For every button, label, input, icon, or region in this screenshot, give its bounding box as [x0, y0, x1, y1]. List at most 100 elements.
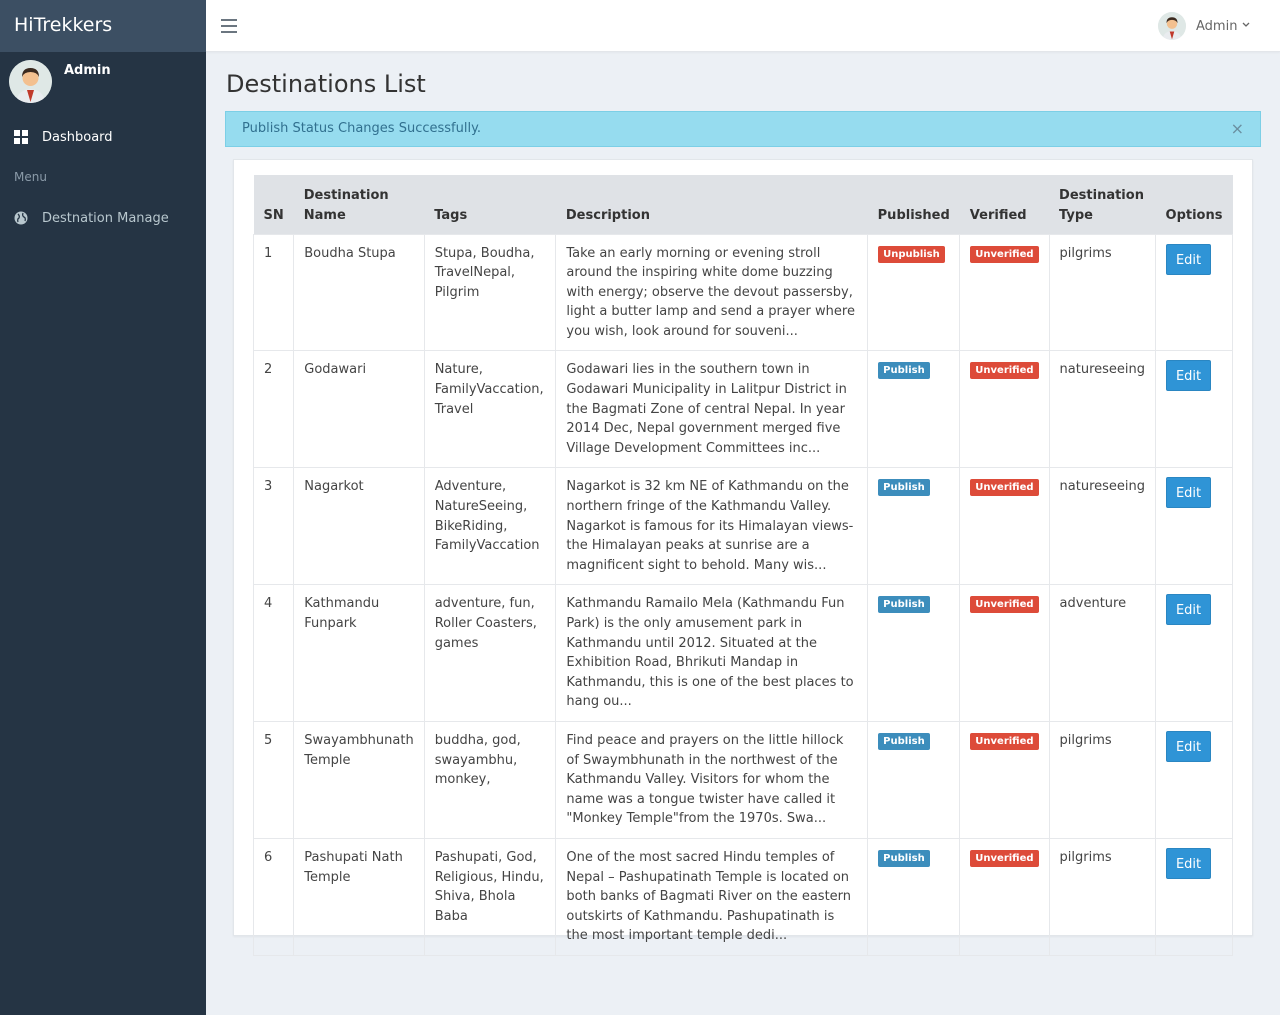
- edit-button[interactable]: Edit: [1166, 243, 1212, 275]
- table-header-row: SN Destination Name Tags Description Pub…: [253, 175, 1233, 234]
- header-destination-name: Destination Name: [294, 175, 424, 234]
- publish-toggle-badge[interactable]: Publish: [878, 596, 930, 614]
- user-panel: Admin: [0, 52, 206, 114]
- sidebar-item-destination-manage[interactable]: Destnation Manage: [0, 204, 206, 234]
- sidebar-item-dashboard[interactable]: Dashboard: [0, 123, 206, 153]
- cell-published: Publish: [867, 467, 961, 586]
- cell-options: Edit: [1155, 467, 1233, 586]
- menu-header: Menu: [14, 170, 47, 184]
- user-avatar: [9, 60, 52, 103]
- close-icon[interactable]: ×: [1231, 119, 1244, 138]
- cell-tags: Pashupati, God, Religious, Hindu, Shiva,…: [423, 837, 557, 956]
- cell-options: Edit: [1155, 350, 1233, 469]
- cell-verified: Unverified: [959, 584, 1050, 722]
- header-sn: SN: [263, 207, 284, 223]
- publish-toggle-badge[interactable]: Publish: [878, 362, 930, 380]
- edit-button[interactable]: Edit: [1166, 594, 1212, 626]
- table-row: 4 Kathmandu Funpark adventure, fun, Roll…: [252, 584, 1233, 722]
- table-row: 6 Pashupati Nath Temple Pashupati, God, …: [252, 837, 1233, 956]
- header-name-line2: Name: [303, 207, 346, 223]
- cell-verified: Unverified: [959, 720, 1050, 839]
- cell-options: Edit: [1155, 837, 1233, 956]
- cell-verified: Unverified: [959, 350, 1050, 469]
- page-title: Destinations List: [226, 70, 426, 98]
- table-row: 2 Godawari Nature, FamilyVaccation, Trav…: [252, 350, 1233, 469]
- verified-status-badge[interactable]: Unverified: [970, 245, 1039, 263]
- header-name-line1: Destination: [303, 187, 389, 203]
- edit-button[interactable]: Edit: [1166, 360, 1212, 392]
- cell-published: Publish: [867, 720, 961, 839]
- menu-toggle-icon[interactable]: [221, 19, 237, 33]
- cell-published: Publish: [867, 350, 961, 469]
- cell-description: Take an early morning or evening stroll …: [555, 233, 869, 352]
- cell-published: Unpublish: [867, 233, 961, 352]
- edit-button[interactable]: Edit: [1166, 477, 1212, 509]
- cell-description: Find peace and prayers on the little hil…: [555, 720, 869, 839]
- cell-tags: Stupa, Boudha, TravelNepal, Pilgrim: [423, 233, 557, 352]
- publish-toggle-badge[interactable]: Unpublish: [878, 245, 945, 263]
- cell-options: Edit: [1155, 233, 1233, 352]
- user-name: Admin: [64, 63, 111, 78]
- cell-destination-type: natureseeing: [1048, 467, 1157, 586]
- cell-sn: 6: [252, 837, 295, 956]
- cell-options: Edit: [1155, 584, 1233, 722]
- header-tags: Tags: [434, 207, 468, 223]
- alert-message: Publish Status Changes Successfully.: [242, 121, 482, 136]
- edit-button[interactable]: Edit: [1166, 730, 1212, 762]
- verified-status-badge[interactable]: Unverified: [970, 849, 1039, 867]
- cell-sn: 4: [252, 584, 295, 722]
- table-row: 3 Nagarkot Adventure, NatureSeeing, Bike…: [252, 467, 1233, 586]
- destinations-table: SN Destination Name Tags Description Pub…: [252, 175, 1233, 956]
- cell-description: Godawari lies in the southern town in Go…: [555, 350, 869, 469]
- header-destination-type: Destination Type: [1049, 175, 1155, 234]
- cell-description: Nagarkot is 32 km NE of Kathmandu on the…: [555, 467, 869, 586]
- cell-verified: Unverified: [959, 233, 1050, 352]
- dashboard-icon: [14, 130, 28, 144]
- cell-tags: buddha, god, swayambhu, monkey,: [423, 720, 557, 839]
- cell-tags: Nature, FamilyVaccation, Travel: [423, 350, 557, 469]
- publish-toggle-badge[interactable]: Publish: [878, 732, 930, 750]
- cell-published: Publish: [867, 837, 961, 956]
- success-alert: Publish Status Changes Successfully. ×: [225, 111, 1261, 147]
- top-user-name: Admin: [1196, 19, 1238, 34]
- user-avatar-small: [1158, 12, 1186, 40]
- cell-destination-name: Swayambhunath Temple: [293, 720, 425, 839]
- cell-destination-type: pilgrims: [1048, 720, 1157, 839]
- header-options: Options: [1165, 207, 1223, 223]
- header-verified: Verified: [969, 207, 1027, 223]
- cell-destination-name: Godawari: [293, 350, 425, 469]
- cell-destination-type: pilgrims: [1048, 233, 1157, 352]
- publish-toggle-badge[interactable]: Publish: [878, 849, 930, 867]
- verified-status-badge[interactable]: Unverified: [970, 362, 1039, 380]
- chevron-down-icon: [1242, 21, 1250, 31]
- user-menu[interactable]: Admin: [1158, 12, 1258, 40]
- edit-button[interactable]: Edit: [1166, 847, 1212, 879]
- cell-sn: 1: [252, 233, 295, 352]
- sidebar-item-destination-label: Destnation Manage: [42, 211, 169, 226]
- cell-verified: Unverified: [959, 837, 1050, 956]
- header-published: Published: [877, 207, 950, 223]
- header-description: Description: [565, 207, 650, 223]
- cell-options: Edit: [1155, 720, 1233, 839]
- verified-status-badge[interactable]: Unverified: [970, 479, 1039, 497]
- cell-destination-name: Pashupati Nath Temple: [293, 837, 425, 956]
- cell-destination-name: Nagarkot: [293, 467, 425, 586]
- globe-icon: [14, 211, 28, 225]
- header-type-line2: Type: [1059, 207, 1093, 223]
- cell-sn: 5: [252, 720, 295, 839]
- cell-destination-type: pilgrims: [1048, 837, 1157, 956]
- brand-logo[interactable]: HiTrekkers: [0, 0, 206, 52]
- cell-destination-type: natureseeing: [1048, 350, 1157, 469]
- cell-description: Kathmandu Ramailo Mela (Kathmandu Fun Pa…: [555, 584, 869, 722]
- cell-destination-name: Boudha Stupa: [293, 233, 425, 352]
- cell-sn: 2: [252, 350, 295, 469]
- sidebar-item-dashboard-label: Dashboard: [42, 130, 113, 145]
- cell-published: Publish: [867, 584, 961, 722]
- table-row: 1 Boudha Stupa Stupa, Boudha, TravelNepa…: [252, 233, 1233, 352]
- verified-status-badge[interactable]: Unverified: [970, 596, 1039, 614]
- cell-tags: Adventure, NatureSeeing, BikeRiding, Fam…: [423, 467, 557, 586]
- top-navbar: Admin: [206, 0, 1280, 52]
- publish-toggle-badge[interactable]: Publish: [878, 479, 930, 497]
- verified-status-badge[interactable]: Unverified: [970, 732, 1039, 750]
- cell-destination-type: adventure: [1048, 584, 1157, 722]
